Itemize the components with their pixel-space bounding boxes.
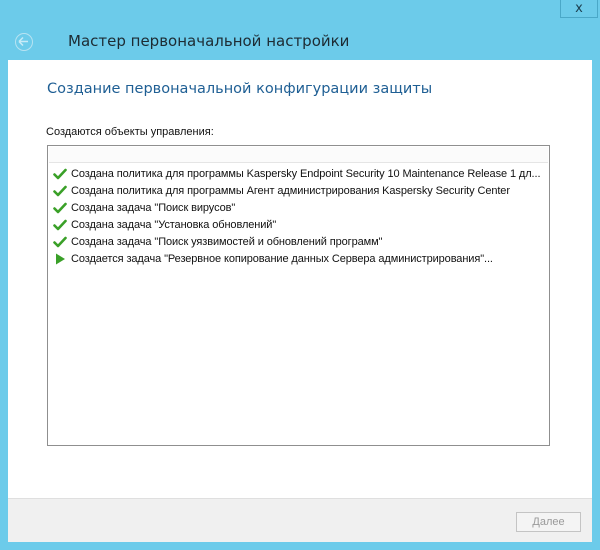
list-item-text: Создана политика для программы Агент адм… bbox=[71, 184, 510, 197]
list-label: Создаются объекты управления: bbox=[46, 126, 214, 138]
back-arrow-icon bbox=[18, 36, 28, 47]
list-item-text: Создана задача "Поиск вирусов" bbox=[71, 201, 236, 214]
list-item[interactable]: Создается задача "Резервное копирование … bbox=[53, 250, 540, 267]
items-list: Создана политика для программы Kaspersky… bbox=[53, 165, 541, 267]
list-item[interactable]: Создана задача "Поиск уязвимостей и обно… bbox=[53, 233, 540, 250]
objects-listbox[interactable]: Создана политика для программы Kaspersky… bbox=[47, 145, 550, 446]
content-panel: Создание первоначальной конфигурации защ… bbox=[8, 60, 592, 498]
check-icon bbox=[53, 185, 67, 196]
list-item[interactable]: Создана политика для программы Kaspersky… bbox=[53, 165, 541, 182]
check-icon bbox=[53, 219, 67, 230]
back-button[interactable] bbox=[15, 33, 33, 51]
list-item-text: Создана задача "Установка обновлений" bbox=[71, 218, 277, 231]
list-item[interactable]: Создана задача "Установка обновлений" bbox=[53, 216, 540, 233]
page-heading: Создание первоначальной конфигурации защ… bbox=[47, 81, 433, 97]
next-button[interactable]: Далее bbox=[516, 512, 581, 532]
list-item[interactable]: Создана задача "Поиск вирусов" bbox=[53, 199, 540, 216]
list-header bbox=[49, 147, 548, 163]
footer-bar: Далее bbox=[8, 498, 592, 542]
check-icon bbox=[53, 236, 67, 247]
play-arrow-icon bbox=[56, 253, 65, 264]
wizard-window: x Мастер первоначальной настройки Создан… bbox=[0, 0, 600, 550]
list-item-text: Создана политика для программы Kaspersky… bbox=[71, 167, 541, 180]
check-icon bbox=[53, 168, 67, 179]
check-icon bbox=[53, 202, 67, 213]
list-item-text: Создается задача "Резервное копирование … bbox=[71, 252, 493, 265]
list-item[interactable]: Создана политика для программы Агент адм… bbox=[53, 182, 540, 199]
window-title: Мастер первоначальной настройки bbox=[68, 32, 350, 50]
list-item-text: Создана задача "Поиск уязвимостей и обно… bbox=[71, 235, 383, 248]
close-button[interactable]: x bbox=[560, 0, 598, 18]
